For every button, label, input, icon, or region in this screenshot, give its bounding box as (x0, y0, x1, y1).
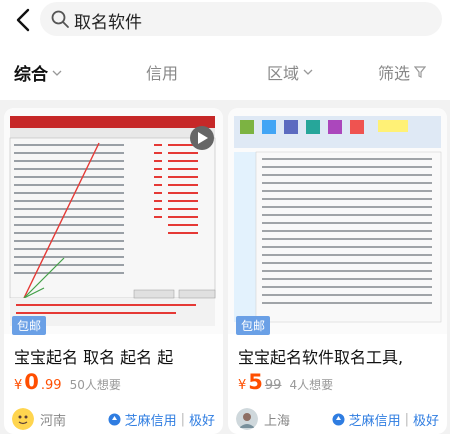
filter-bar: 综合 信用 区域 筛选 (0, 44, 450, 100)
credit-badge: 芝麻信用 | 极好 (332, 410, 439, 429)
search-icon (51, 10, 69, 28)
sesame-credit-icon (108, 413, 121, 426)
seller-info[interactable]: 上海 (236, 408, 290, 430)
price: ¥ 5 99 4人想要 (238, 370, 333, 394)
price-decimal: .99 (40, 378, 62, 393)
credit-level: 极好 (412, 414, 439, 429)
price: ¥ 0 .99 50人想要 (14, 370, 121, 394)
original-price: 99 (264, 378, 282, 393)
back-arrow-icon[interactable] (10, 6, 38, 34)
free-shipping-tag: 包邮 (236, 316, 271, 335)
want-count: 4人想要 (289, 378, 334, 392)
seller-location: 上海 (264, 413, 291, 429)
seller-location: 河南 (40, 413, 67, 429)
divider: | (180, 412, 185, 427)
funnel-icon (414, 66, 427, 78)
top-bar: 取名软件 (0, 0, 450, 44)
credit-label: 芝麻信用 (348, 414, 401, 429)
filter-comprehensive[interactable]: 综合 (14, 60, 62, 85)
product-title[interactable]: 宝宝起名软件取名工具, (238, 344, 403, 368)
seller-info[interactable]: 河南 (12, 408, 66, 430)
price-integer: 0 (24, 370, 39, 394)
credit-badge: 芝麻信用 | 极好 (108, 410, 215, 429)
sesame-credit-icon (332, 413, 345, 426)
search-bar[interactable]: 取名软件 (40, 2, 442, 36)
filter-credit[interactable]: 信用 (146, 60, 178, 84)
product-title[interactable]: 宝宝起名 取名 起名 起 (14, 344, 173, 368)
price-integer: 5 (248, 370, 263, 394)
product-card[interactable]: 包邮 宝宝起名 取名 起名 起 ¥ 0 .99 50人想要 河南 芝麻信用 | … (4, 108, 223, 434)
credit-level: 极好 (188, 414, 215, 429)
free-shipping-tag: 包邮 (12, 316, 47, 335)
currency-symbol: ¥ (14, 378, 23, 393)
filter-label: 综合 (14, 65, 48, 85)
credit-label: 芝麻信用 (124, 414, 177, 429)
chevron-down-icon (303, 69, 313, 75)
product-image (228, 108, 447, 334)
want-count: 50人想要 (69, 378, 121, 392)
filter-label: 筛选 (378, 64, 411, 83)
filter-screen[interactable]: 筛选 (378, 60, 427, 84)
avatar (12, 408, 34, 430)
avatar (236, 408, 258, 430)
product-card[interactable]: 包邮 宝宝起名软件取名工具, ¥ 5 99 4人想要 上海 芝麻信用 | 极好 (228, 108, 447, 434)
filter-label: 区域 (267, 64, 300, 83)
chevron-down-icon (52, 70, 62, 76)
product-image (4, 108, 223, 334)
search-query[interactable]: 取名软件 (74, 8, 142, 33)
filter-region[interactable]: 区域 (267, 60, 313, 84)
filter-label: 信用 (146, 64, 179, 83)
currency-symbol: ¥ (238, 378, 247, 393)
divider: | (404, 412, 409, 427)
